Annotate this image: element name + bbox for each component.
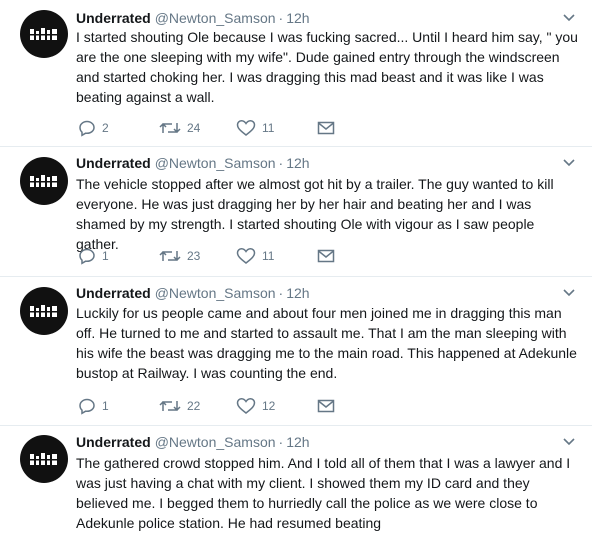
tweet-text: The gathered crowd stopped him. And I to…: [76, 455, 571, 531]
user-handle[interactable]: @Newton_Samson: [155, 434, 276, 450]
envelope-icon: [317, 121, 335, 135]
user-handle[interactable]: @Newton_Samson: [155, 10, 276, 26]
retweet-count: 23: [187, 249, 201, 263]
tweet-header: Underrated @Newton_Samson · 12h: [76, 434, 310, 450]
avatar-logo: [29, 305, 59, 317]
reply-count: 1: [102, 399, 109, 413]
tweet-text: The vehicle stopped after we almost got …: [76, 176, 554, 252]
display-name[interactable]: Underrated: [76, 10, 151, 26]
retweet-button[interactable]: 23: [159, 247, 200, 265]
reply-button[interactable]: 1: [78, 247, 109, 265]
retweet-icon: [159, 400, 181, 412]
retweet-count: 22: [187, 399, 201, 413]
envelope-icon: [317, 399, 335, 413]
tweet-header: Underrated @Newton_Samson · 12h: [76, 10, 310, 26]
user-handle[interactable]: @Newton_Samson: [155, 155, 276, 171]
reply-icon: [79, 248, 95, 265]
avatar[interactable]: [20, 287, 68, 335]
tweet-text: Luckily for us people came and about fou…: [76, 305, 577, 381]
tweet-header: Underrated @Newton_Samson · 12h: [76, 155, 310, 171]
avatar[interactable]: [20, 157, 68, 205]
like-count: 12: [262, 399, 276, 413]
tweet-actions: 1 22 12: [76, 397, 336, 415]
heart-icon: [236, 398, 256, 414]
envelope-icon: [317, 249, 335, 263]
retweet-icon: [159, 250, 181, 262]
avatar[interactable]: [20, 10, 68, 58]
chevron-down-icon[interactable]: [562, 158, 576, 168]
tweet[interactable]: Underrated @Newton_Samson · 12h The gathere…: [0, 426, 592, 538]
timestamp[interactable]: 12h: [286, 155, 309, 171]
avatar-logo: [29, 175, 59, 187]
like-button[interactable]: 11: [236, 119, 274, 137]
user-handle[interactable]: @Newton_Samson: [155, 285, 276, 301]
tweet[interactable]: Underrated @Newton_Samson · 12h The vehicle…: [0, 147, 592, 276]
retweet-count: 24: [187, 121, 201, 135]
heart-icon: [236, 248, 256, 264]
message-button[interactable]: [317, 397, 335, 415]
like-count: 11: [262, 121, 275, 135]
reply-count: 1: [102, 249, 109, 263]
tweet-header: Underrated @Newton_Samson · 12h: [76, 285, 310, 301]
retweet-button[interactable]: 22: [159, 397, 200, 415]
display-name[interactable]: Underrated: [76, 434, 151, 450]
timestamp[interactable]: 12h: [286, 285, 309, 301]
like-button[interactable]: 11: [236, 247, 274, 265]
timestamp[interactable]: 12h: [286, 10, 309, 26]
display-name[interactable]: Underrated: [76, 155, 151, 171]
reply-icon: [79, 120, 95, 137]
avatar-logo: [29, 453, 59, 465]
timestamp[interactable]: 12h: [286, 434, 309, 450]
tweet[interactable]: Underrated @Newton_Samson · 12h Luckily for…: [0, 277, 592, 425]
tweet-actions: 1 23 11: [76, 247, 336, 265]
message-button[interactable]: [317, 119, 335, 137]
display-name[interactable]: Underrated: [76, 285, 151, 301]
retweet-icon: [159, 122, 181, 134]
like-button[interactable]: 12: [236, 397, 275, 415]
like-count: 11: [262, 249, 275, 263]
reply-count: 2: [102, 121, 109, 135]
tweet-actions: 2 24 11: [76, 119, 336, 137]
reply-button[interactable]: 1: [78, 397, 109, 415]
reply-icon: [79, 398, 95, 415]
chevron-down-icon[interactable]: [562, 437, 576, 447]
retweet-button[interactable]: 24: [159, 119, 200, 137]
chevron-down-icon[interactable]: [562, 13, 576, 23]
chevron-down-icon[interactable]: [562, 288, 576, 298]
tweet[interactable]: Underrated @Newton_Samson · 12h I started s…: [0, 0, 592, 146]
reply-button[interactable]: 2: [78, 119, 109, 137]
message-button[interactable]: [317, 247, 335, 265]
tweet-text: I started shouting Ole because I was fuc…: [76, 29, 578, 105]
avatar[interactable]: [20, 435, 68, 483]
avatar-logo: [29, 28, 59, 40]
heart-icon: [236, 120, 256, 136]
